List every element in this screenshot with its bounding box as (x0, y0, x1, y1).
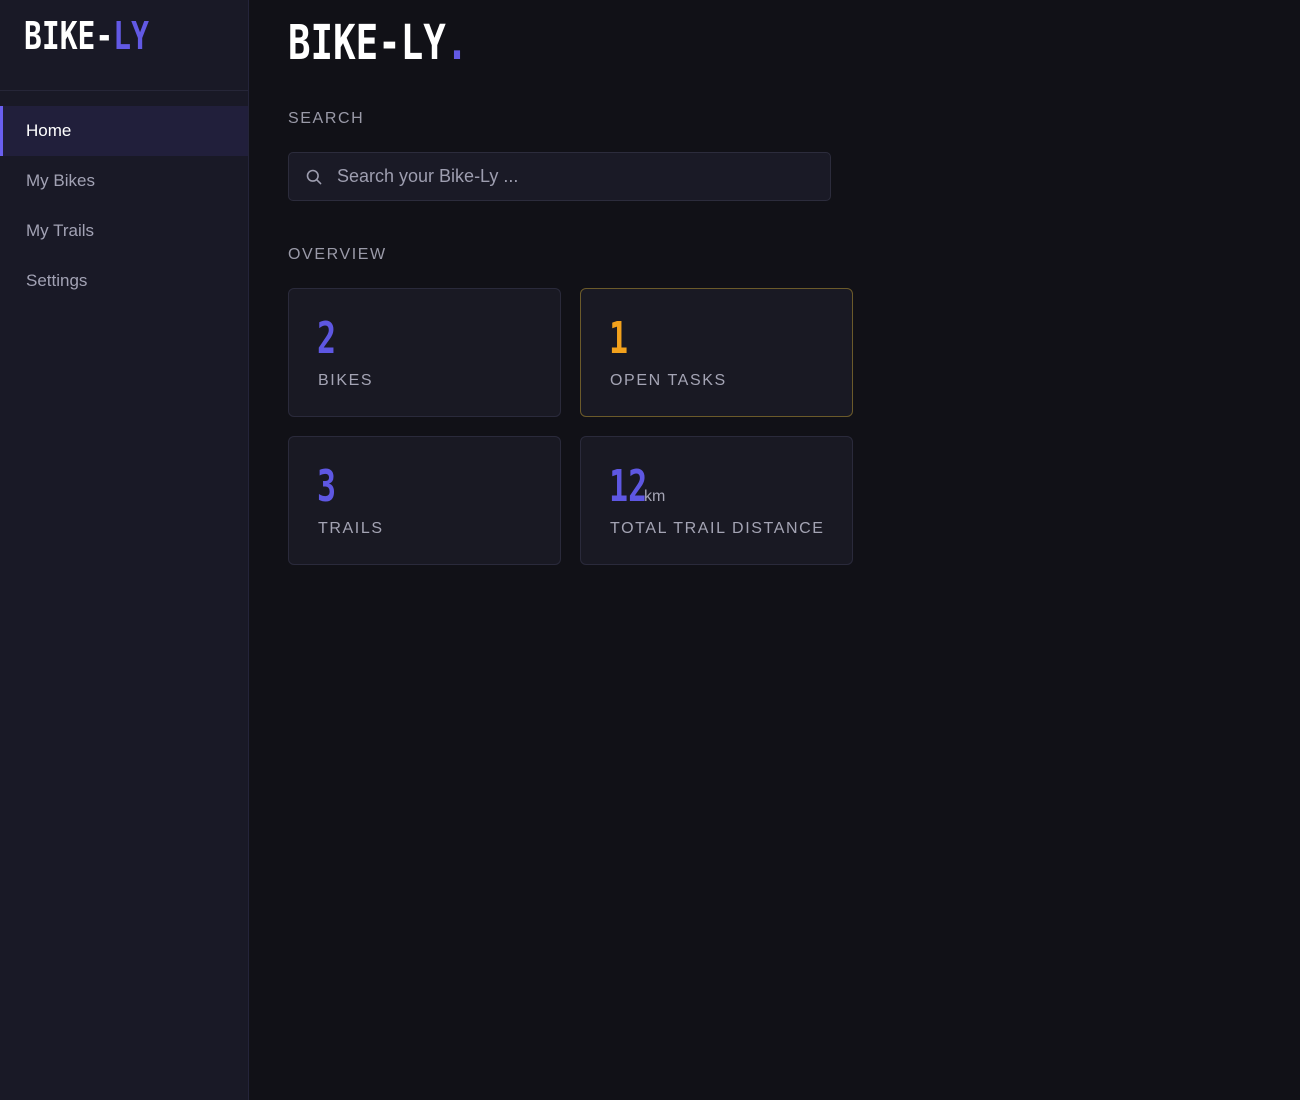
sidebar-nav: Home My Bikes My Trails Settings (0, 106, 248, 306)
overview-section-label: OVERVIEW (288, 246, 387, 263)
sidebar-item-my-bikes[interactable]: My Bikes (0, 156, 248, 206)
search-icon (306, 169, 322, 185)
search-section-label: SEARCH (288, 110, 365, 127)
sidebar-item-settings[interactable]: Settings (0, 256, 248, 306)
search-box[interactable] (288, 152, 831, 201)
sidebar-item-label: My Trails (26, 221, 94, 240)
stat-card-bikes[interactable]: 2 BIKES (288, 288, 561, 417)
logo-text-main: BIKE- (24, 14, 114, 58)
stat-label: BIKES (318, 372, 374, 389)
sidebar-item-label: My Bikes (26, 171, 95, 190)
stat-card-total-distance[interactable]: 12 km TOTAL TRAIL DISTANCE (580, 436, 853, 565)
stat-card-open-tasks[interactable]: 1 OPEN TASKS (580, 288, 853, 417)
stat-unit: km (644, 488, 666, 505)
stat-value: 12 (609, 461, 648, 512)
sidebar-item-label: Settings (26, 271, 88, 290)
logo-text-accent: LY (113, 14, 149, 58)
stat-value: 2 (317, 313, 337, 364)
stat-label: OPEN TASKS (610, 372, 727, 389)
sidebar-item-my-trails[interactable]: My Trails (0, 206, 248, 256)
stat-label: TOTAL TRAIL DISTANCE (610, 520, 825, 537)
page-title-dot: . (445, 15, 469, 71)
sidebar-brand: BIKE-LY (0, 0, 248, 91)
stat-label: TRAILS (318, 520, 384, 537)
search-input[interactable] (337, 166, 818, 187)
sidebar: BIKE-LY Home My Bikes My Trails Settings (0, 0, 249, 1100)
stat-value: 3 (317, 461, 337, 512)
stat-card-trails[interactable]: 3 TRAILS (288, 436, 561, 565)
stat-value: 1 (609, 313, 629, 364)
page-title-text: BIKE-LY (288, 15, 446, 71)
page-title: BIKE-LY. (288, 18, 468, 68)
sidebar-item-label: Home (26, 121, 72, 140)
sidebar-logo[interactable]: BIKE-LY (24, 16, 199, 56)
sidebar-item-home[interactable]: Home (0, 106, 248, 156)
